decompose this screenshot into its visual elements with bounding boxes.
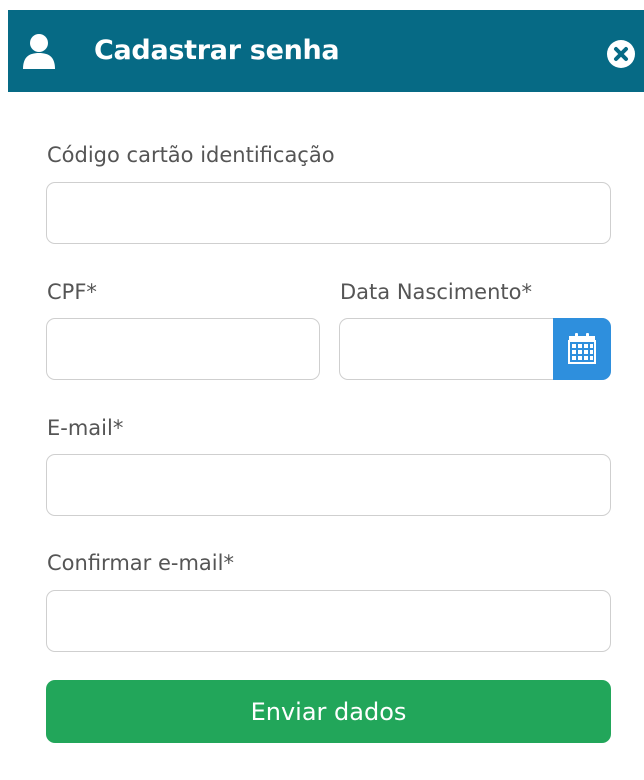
- close-icon[interactable]: [607, 40, 635, 68]
- card-code-label: Código cartão identificação: [47, 143, 335, 167]
- card-code-input[interactable]: [46, 182, 611, 244]
- modal-header: Cadastrar senha: [8, 10, 644, 92]
- email-input[interactable]: [46, 454, 611, 516]
- confirm-email-input[interactable]: [46, 590, 611, 652]
- calendar-icon: [568, 333, 596, 364]
- email-label: E-mail*: [47, 416, 124, 440]
- calendar-button[interactable]: [553, 318, 611, 380]
- cpf-input[interactable]: [46, 318, 320, 380]
- cpf-label: CPF*: [47, 280, 97, 304]
- submit-button[interactable]: Enviar dados: [46, 680, 611, 743]
- birth-date-label: Data Nascimento*: [340, 280, 532, 304]
- confirm-email-label: Confirmar e-mail*: [47, 551, 234, 575]
- modal-title: Cadastrar senha: [94, 35, 340, 66]
- user-icon: [22, 33, 56, 69]
- birth-date-field: [339, 318, 611, 380]
